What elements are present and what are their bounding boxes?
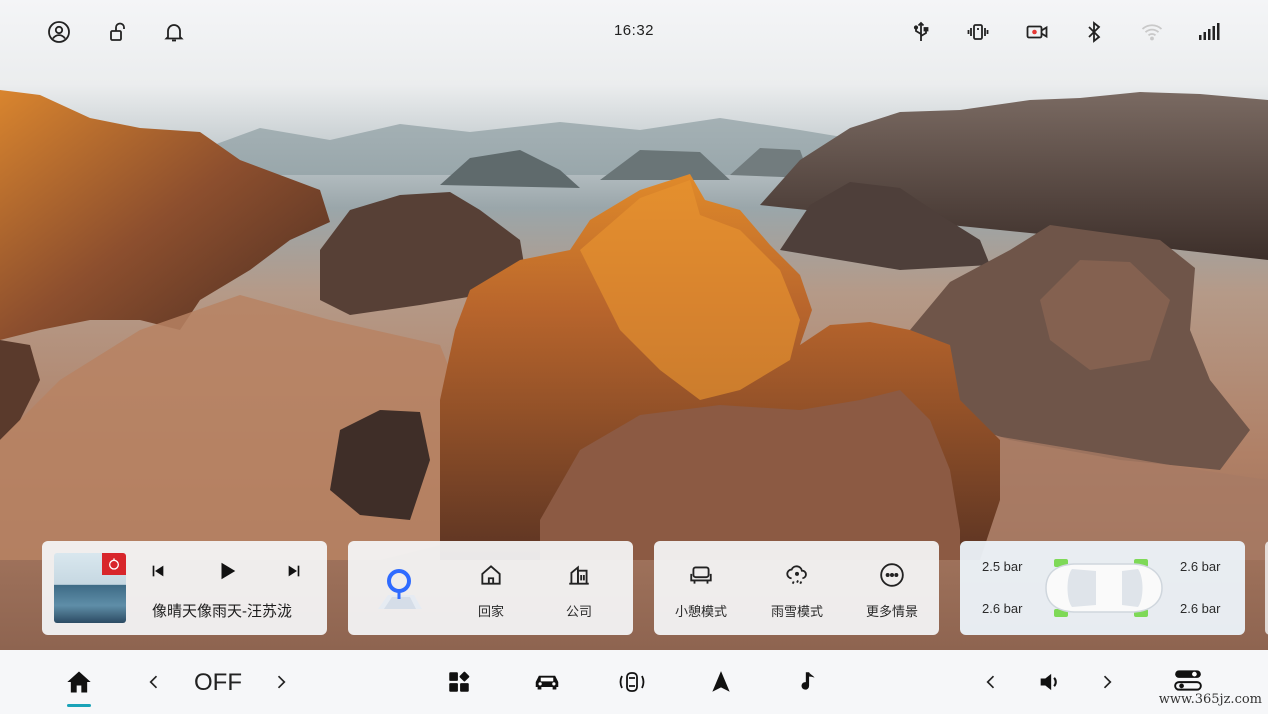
chevron-right-icon[interactable] xyxy=(265,666,297,698)
next-icon[interactable] xyxy=(282,559,306,583)
usb-icon xyxy=(907,18,935,46)
mode-more[interactable]: 更多情景 xyxy=(859,541,925,635)
netease-music-icon xyxy=(102,553,126,575)
tire-front-left: 2.5 bar xyxy=(982,559,1023,574)
mode-rain-snow[interactable]: 雨雪模式 xyxy=(764,541,830,635)
climate-temperature-value[interactable]: OFF xyxy=(190,669,246,697)
shortcut-home[interactable]: 回家 xyxy=(468,541,514,635)
office-icon xyxy=(565,561,593,589)
shortcut-label: 公司 xyxy=(565,604,592,619)
tire-rear-left: 2.6 bar xyxy=(982,601,1023,616)
navigation-arrow-icon[interactable] xyxy=(705,666,737,698)
map-search-icon[interactable] xyxy=(374,565,424,613)
snow-cloud-icon xyxy=(783,561,811,589)
chevron-left-icon[interactable] xyxy=(138,666,170,698)
scene-modes-widget: 小憩模式 雨雪模式 更多情景 xyxy=(654,541,939,635)
shortcut-office[interactable]: 公司 xyxy=(556,541,602,635)
volume-icon[interactable] xyxy=(1034,666,1066,698)
seat-rest-icon xyxy=(687,561,715,589)
mode-label: 更多情景 xyxy=(865,604,918,619)
play-icon[interactable] xyxy=(215,559,239,583)
tire-pressure-widget[interactable]: 2.5 bar 2.6 bar 2.6 bar 2.6 bar xyxy=(960,541,1245,635)
music-note-icon[interactable] xyxy=(792,666,824,698)
car-control-icon[interactable] xyxy=(616,666,648,698)
song-title[interactable]: 像晴天像雨天-汪苏泷 xyxy=(152,600,292,621)
apps-icon[interactable] xyxy=(443,666,475,698)
status-bar: 16:32 xyxy=(0,0,1268,64)
mode-label: 雨雪模式 xyxy=(770,604,823,619)
wifi-icon xyxy=(1138,18,1166,46)
navigation-widget[interactable]: 回家 公司 xyxy=(348,541,633,635)
volume-down-icon[interactable] xyxy=(975,666,1007,698)
mode-rest[interactable]: 小憩模式 xyxy=(668,541,734,635)
bottom-dock: OFF www.365jz.com xyxy=(0,650,1268,714)
camera-record-icon xyxy=(1023,18,1051,46)
previous-icon[interactable] xyxy=(146,559,170,583)
car-icon[interactable] xyxy=(531,666,563,698)
volume-up-icon[interactable] xyxy=(1091,666,1123,698)
more-dots-icon xyxy=(878,561,906,589)
music-widget[interactable]: 像晴天像雨天-汪苏泷 xyxy=(42,541,327,635)
bluetooth-icon xyxy=(1080,18,1108,46)
shortcut-label: 回家 xyxy=(477,604,504,619)
phone-vibrate-icon xyxy=(964,18,992,46)
watermark-text: www.365jz.com xyxy=(1158,692,1262,707)
signal-icon xyxy=(1195,18,1223,46)
mode-label: 小憩模式 xyxy=(674,604,727,619)
clock: 16:32 xyxy=(613,22,655,39)
home-outline-icon xyxy=(477,561,505,589)
active-indicator xyxy=(67,704,91,707)
album-art[interactable] xyxy=(54,553,126,623)
tire-rear-right: 2.6 bar xyxy=(1180,601,1221,616)
car-topview-icon xyxy=(1038,555,1166,621)
home-icon[interactable] xyxy=(63,666,95,698)
tire-front-right: 2.6 bar xyxy=(1180,559,1221,574)
